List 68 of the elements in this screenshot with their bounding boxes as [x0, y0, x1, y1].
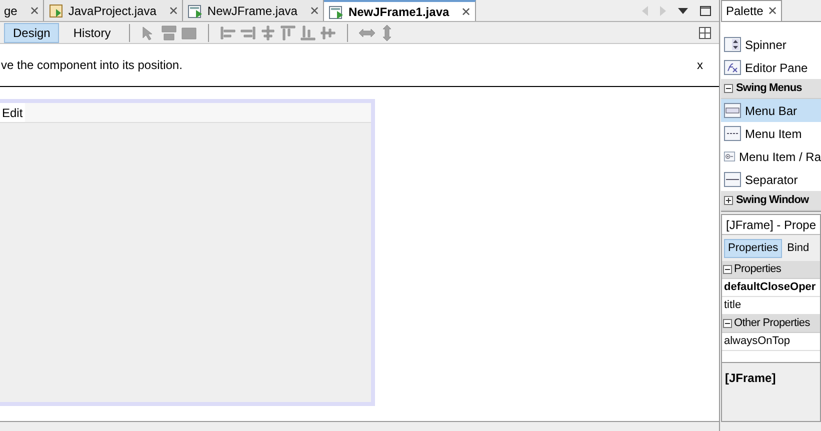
properties-tab[interactable]: Bind: [784, 238, 812, 258]
palette-item[interactable]: Menu Bar: [721, 99, 821, 122]
formula-icon: [724, 60, 741, 75]
separator-icon: [724, 172, 741, 187]
collapse-icon[interactable]: [723, 265, 732, 274]
menu-item-icon: [724, 126, 741, 141]
palette-item[interactable]: Spinner: [721, 33, 821, 56]
palette-item[interactable]: Menu Item / Ra: [721, 145, 821, 168]
palette-tab[interactable]: Palette ✕: [721, 0, 782, 21]
category-label: Swing Menus: [736, 81, 802, 96]
tab-label: JavaProject.java: [68, 2, 156, 20]
menu-bar-icon: [724, 103, 741, 118]
item-label: Menu Item / Ra: [738, 148, 821, 166]
item-label: Separator: [745, 172, 798, 188]
palette-category[interactable]: Swing Menus: [721, 79, 821, 99]
palette-item[interactable]: Editor Pane: [721, 56, 821, 79]
align-icon[interactable]: [278, 24, 297, 42]
hint-text: ve the component into its position.: [0, 57, 184, 74]
tab-label: NewJFrame.java: [207, 2, 298, 20]
palette-item[interactable]: Separator: [721, 168, 821, 191]
properties-section[interactable]: Properties: [722, 261, 820, 279]
section-label: Other Properties: [734, 316, 810, 332]
tab-label: NewJFrame1.java: [348, 4, 450, 20]
align-icon[interactable]: [258, 24, 277, 42]
maximize-icon[interactable]: [700, 6, 711, 16]
collapse-icon[interactable]: [724, 84, 733, 93]
dropdown-icon[interactable]: [678, 8, 688, 14]
menu-item[interactable]: Edit: [0, 103, 25, 122]
category-label: Swing Window: [736, 193, 809, 208]
item-label: Menu Item: [745, 126, 802, 142]
view-tab[interactable]: History: [65, 22, 119, 42]
align-icon[interactable]: [238, 24, 257, 42]
close-icon[interactable]: ✕: [29, 2, 40, 20]
editor-tab[interactable]: NewJFrame1.java ✕: [324, 0, 476, 21]
properties-section[interactable]: Other Properties: [722, 315, 820, 333]
radio-menu-item-icon: [724, 149, 735, 164]
editor-tab[interactable]: NewJFrame.java ✕: [183, 0, 324, 21]
form-file-icon: [187, 2, 204, 18]
property-description: [JFrame]: [725, 371, 776, 385]
close-hint-button[interactable]: x: [697, 56, 703, 74]
grid-icon[interactable]: [699, 26, 711, 38]
property-name[interactable]: title: [722, 297, 820, 315]
property-name[interactable]: alwaysOnTop: [722, 333, 820, 351]
align-icon[interactable]: [218, 24, 237, 42]
editor-tab[interactable]: JavaProject.java ✕: [44, 0, 184, 21]
item-label: Editor Pane: [745, 60, 808, 76]
properties-tab[interactable]: Properties: [724, 238, 782, 258]
align-icon[interactable]: [298, 24, 317, 42]
collapse-icon[interactable]: [723, 319, 732, 328]
spinner-icon: [724, 37, 741, 52]
align-icon[interactable]: [318, 24, 337, 42]
item-label: Spinner: [745, 36, 786, 54]
palette-item[interactable]: Menu Item: [721, 122, 821, 145]
item-label: Menu Bar: [745, 102, 798, 120]
properties-title: [JFrame] - Prope: [722, 215, 820, 235]
form-file-icon: [328, 4, 344, 20]
close-icon[interactable]: ✕: [309, 2, 320, 20]
property-name[interactable]: defaultCloseOper: [722, 279, 820, 297]
view-tab[interactable]: Design: [4, 22, 60, 42]
editor-tab[interactable]: ge ✕: [0, 0, 44, 21]
close-icon[interactable]: ✕: [461, 2, 472, 20]
palette-category[interactable]: Swing Window: [721, 191, 821, 211]
close-icon[interactable]: ✕: [168, 2, 178, 20]
tab-label: ge: [4, 2, 18, 20]
section-label: Properties: [734, 262, 782, 278]
close-icon[interactable]: ✕: [767, 2, 778, 20]
expand-icon[interactable]: [724, 196, 733, 205]
tab-label: Palette: [726, 3, 764, 20]
